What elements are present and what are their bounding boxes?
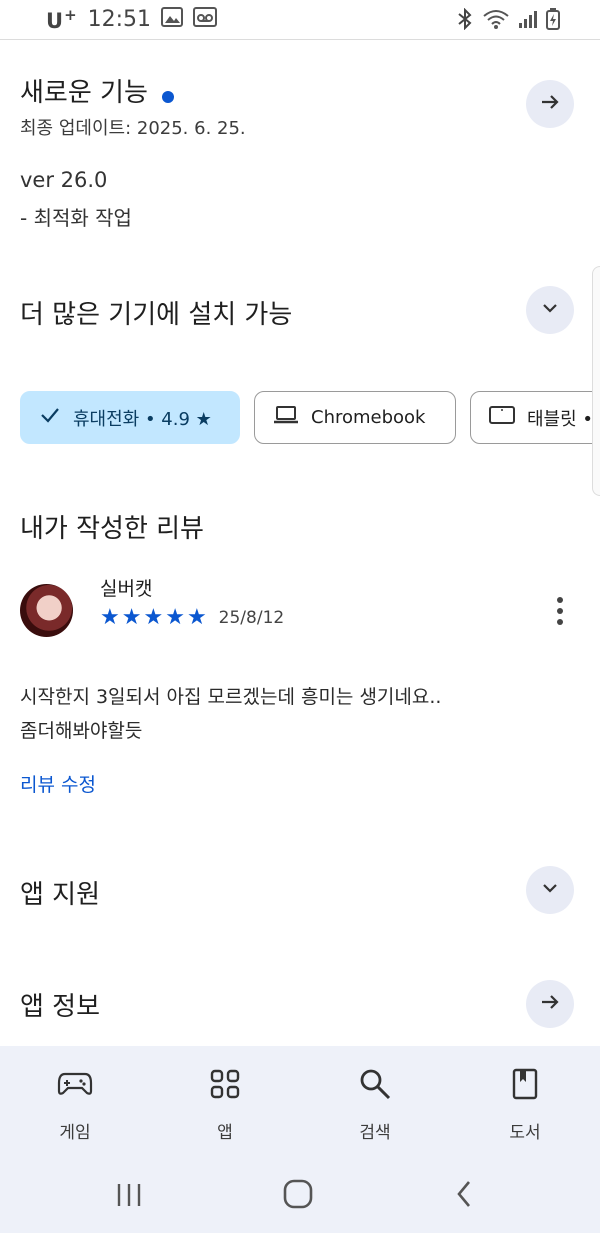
star-icon: ★ xyxy=(100,605,120,630)
edit-review-link[interactable]: 리뷰 수정 xyxy=(20,770,96,797)
carrier-label: U+ xyxy=(46,6,78,33)
nav-item-search[interactable]: 검색 xyxy=(325,1064,425,1143)
chip-tablet-label: 태블릿 • 4 xyxy=(527,408,600,430)
star-icon: ★ xyxy=(165,605,185,630)
book-icon xyxy=(475,1064,575,1104)
app-info-title: 앱 정보 xyxy=(20,992,101,1022)
app-info-arrow-button[interactable] xyxy=(526,980,574,1028)
nav-label-search: 검색 xyxy=(359,1123,391,1143)
nav-item-games[interactable]: 게임 xyxy=(25,1064,125,1143)
release-note: - 최적화 작업 xyxy=(20,206,132,230)
star-icon: ★ xyxy=(121,605,142,630)
tablet-icon xyxy=(489,405,515,430)
star-icon: ★ xyxy=(143,605,164,630)
nav-item-apps[interactable]: 앱 xyxy=(175,1064,275,1143)
more-vert-icon xyxy=(548,597,572,636)
arrow-right-icon xyxy=(538,990,562,1018)
chip-phone[interactable]: 휴대전화 • 4.9 ★ xyxy=(20,391,240,444)
home-button[interactable] xyxy=(282,1178,314,1214)
chip-chromebook-label: Chromebook xyxy=(311,407,426,428)
clock: 12:51 xyxy=(87,7,152,32)
gamepad-icon xyxy=(25,1064,125,1104)
avatar xyxy=(20,584,73,637)
signal-icon xyxy=(518,9,538,33)
edge-panel-handle[interactable] xyxy=(592,266,600,496)
devices-expand-button[interactable] xyxy=(526,286,574,334)
star-icon: ★ xyxy=(186,605,207,630)
nav-label-books: 도서 xyxy=(509,1123,541,1143)
chevron-down-icon xyxy=(539,297,561,323)
system-navigation-bar xyxy=(0,1176,600,1226)
review-text: 시작한지 3일되서 아집 모르겠는데 흥미는 생기네요.. 좀더해봐야할듯 xyxy=(20,680,441,748)
search-icon xyxy=(325,1064,425,1104)
battery-charging-icon xyxy=(546,8,560,34)
review-text-line: 시작한지 3일되서 아집 모르겠는데 흥미는 생기네요.. xyxy=(20,686,442,708)
review-text-line: 좀더해봐야할듯 xyxy=(20,720,143,742)
status-bar: U+ 12:51 xyxy=(0,0,600,40)
chip-phone-label: 휴대전화 • 4.9 ★ xyxy=(73,408,212,430)
devices-title: 더 많은 기기에 설치 가능 xyxy=(20,300,293,330)
my-review-title: 내가 작성한 리뷰 xyxy=(20,514,204,544)
whats-new-arrow-button[interactable] xyxy=(526,80,574,128)
version-text: ver 26.0 xyxy=(20,168,108,192)
review-more-button[interactable] xyxy=(548,592,572,632)
nav-label-games: 게임 xyxy=(59,1123,91,1143)
arrow-right-icon xyxy=(538,90,562,118)
nav-label-apps: 앱 xyxy=(217,1123,233,1143)
review-rating-stars: ★ ★ ★ ★ ★ xyxy=(100,607,207,629)
app-support-expand-button[interactable] xyxy=(526,866,574,914)
laptop-icon xyxy=(273,405,299,430)
nav-item-books[interactable]: 도서 xyxy=(475,1064,575,1143)
chip-tablet[interactable]: 태블릿 • 4 xyxy=(470,391,600,444)
new-indicator-dot xyxy=(161,90,174,103)
device-chip-row: 휴대전화 • 4.9 ★ Chromebook 태블릿 • 4 xyxy=(20,391,600,444)
apps-grid-icon xyxy=(175,1064,275,1104)
review-date: 25/8/12 xyxy=(218,608,285,628)
chip-chromebook[interactable]: Chromebook xyxy=(254,391,456,444)
voicemail-icon xyxy=(193,6,218,33)
bluetooth-icon xyxy=(456,7,474,34)
check-icon xyxy=(39,404,61,431)
whats-new-title: 새로운 기능 xyxy=(20,78,148,108)
chevron-down-icon xyxy=(539,877,561,903)
gallery-icon xyxy=(161,6,184,33)
recent-apps-button[interactable] xyxy=(115,1180,143,1214)
last-updated-text: 최종 업데이트: 2025. 6. 25. xyxy=(20,118,246,139)
app-support-title: 앱 지원 xyxy=(20,880,101,910)
wifi-icon xyxy=(482,8,510,34)
bottom-navigation: 게임 앱 검색 도서 xyxy=(0,1046,600,1233)
back-button[interactable] xyxy=(452,1178,476,1214)
review-author: 실버캣 xyxy=(100,578,153,600)
